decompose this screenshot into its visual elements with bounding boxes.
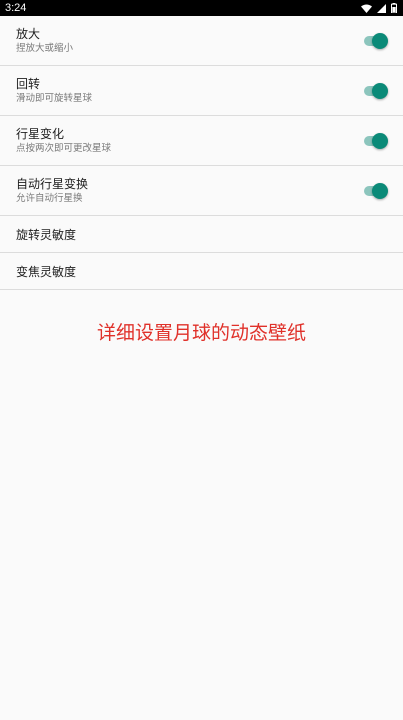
rotate-toggle[interactable] — [364, 83, 388, 99]
setting-title: 放大 — [16, 27, 41, 41]
setting-title: 自动行星变换 — [16, 177, 89, 191]
setting-planet-change[interactable]: 行星变化 点按两次即可更改星球 — [0, 116, 403, 166]
setting-zoom[interactable]: 放大 捏放大或缩小 — [0, 16, 403, 66]
setting-title: 变焦灵敏度 — [16, 265, 77, 279]
toggle-thumb — [372, 83, 388, 99]
wifi-icon — [361, 4, 372, 13]
promo-caption: 详细设置月球的动态壁纸 — [96, 322, 306, 344]
status-time: 3:24 — [5, 2, 27, 14]
auto-planet-switch-toggle[interactable] — [364, 183, 388, 199]
toggle-thumb — [372, 33, 388, 49]
setting-subtitle: 捏放大或缩小 — [16, 43, 74, 54]
status-icons — [361, 3, 397, 13]
setting-title: 行星变化 — [16, 127, 65, 141]
setting-subtitle: 滑动即可旋转星球 — [16, 93, 93, 104]
setting-title: 回转 — [16, 77, 41, 91]
setting-subtitle: 点按两次即可更改星球 — [16, 143, 112, 154]
setting-subtitle: 允许自动行星换 — [16, 193, 83, 204]
signal-icon — [377, 3, 386, 13]
planet-change-toggle[interactable] — [364, 133, 388, 149]
zoom-toggle[interactable] — [364, 33, 388, 49]
toggle-thumb — [372, 183, 388, 199]
setting-title: 旋转灵敏度 — [16, 228, 77, 242]
setting-auto-planet-switch[interactable]: 自动行星变换 允许自动行星换 — [0, 166, 403, 216]
settings-list: 放大 捏放大或缩小 回转 滑动即可旋转星球 行星变化 点按两次即可更改星球 自动… — [0, 16, 403, 290]
setting-rotation-sensitivity[interactable]: 旋转灵敏度 — [0, 216, 403, 253]
setting-zoom-sensitivity[interactable]: 变焦灵敏度 — [0, 253, 403, 290]
status-bar: 3:24 — [0, 0, 403, 16]
battery-icon — [391, 3, 397, 13]
toggle-thumb — [372, 133, 388, 149]
setting-rotate[interactable]: 回转 滑动即可旋转星球 — [0, 66, 403, 116]
